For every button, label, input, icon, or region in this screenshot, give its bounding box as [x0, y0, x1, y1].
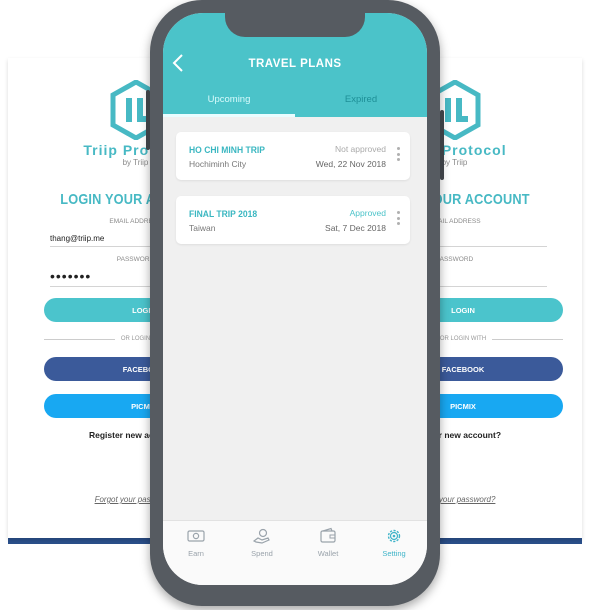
- trip-status: Approved: [349, 208, 386, 218]
- trip-status: Not approved: [334, 144, 386, 154]
- nav-spend[interactable]: Spend: [229, 521, 295, 585]
- bottom-nav: Earn Spend Wallet Setting: [163, 520, 427, 585]
- nav-earn[interactable]: Earn: [163, 521, 229, 585]
- tab-indicator: [163, 114, 295, 117]
- gear-icon: [387, 529, 401, 543]
- page-title: TRAVEL PLANS: [248, 58, 342, 70]
- earn-icon: [187, 530, 205, 542]
- more-options-icon[interactable]: [397, 147, 401, 161]
- spend-icon: [253, 528, 270, 544]
- nav-setting-label: Setting: [382, 549, 406, 558]
- trip-card[interactable]: HO CHI MINH TRIP Hochiminh City Not appr…: [176, 132, 410, 180]
- nav-wallet-label: Wallet: [317, 549, 339, 558]
- nav-wallet[interactable]: Wallet: [295, 521, 361, 585]
- trip-date: Sat, 7 Dec 2018: [325, 223, 386, 233]
- trip-city: Taiwan: [189, 223, 216, 233]
- nav-earn-label: Earn: [188, 549, 204, 558]
- phone-screen: TRAVEL PLANS Upcoming Expired HO CHI MIN…: [163, 13, 427, 585]
- wallet-icon: [320, 527, 336, 543]
- trip-card[interactable]: FINAL TRIP 2018 Taiwan Approved Sat, 7 D…: [176, 196, 410, 244]
- trip-name: HO CHI MINH TRIP: [189, 145, 266, 156]
- tab-expired[interactable]: Expired: [295, 89, 427, 117]
- phone-notch: [225, 13, 365, 37]
- password-field[interactable]: •••••••: [50, 268, 91, 284]
- nav-setting[interactable]: Setting: [361, 521, 427, 585]
- nav-spend-label: Spend: [251, 549, 273, 558]
- trip-name: FINAL TRIP 2018: [189, 209, 258, 220]
- trip-city: Hochiminh City: [189, 159, 247, 169]
- more-options-icon[interactable]: [397, 211, 401, 225]
- email-field[interactable]: thang@triip.me: [50, 234, 104, 243]
- tab-upcoming[interactable]: Upcoming: [163, 89, 295, 117]
- trip-date: Wed, 22 Nov 2018: [315, 159, 386, 169]
- tab-bar: Upcoming Expired: [163, 89, 427, 117]
- phone-frame: TRAVEL PLANS Upcoming Expired HO CHI MIN…: [146, 0, 444, 606]
